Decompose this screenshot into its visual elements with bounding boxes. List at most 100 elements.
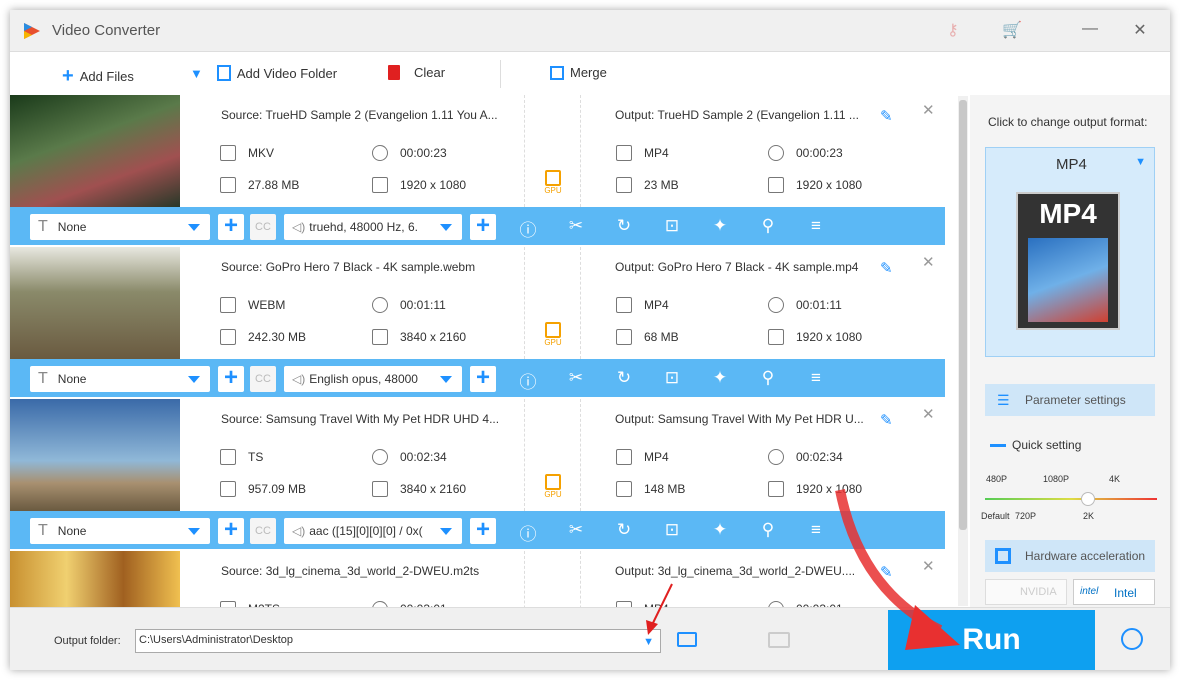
add-subtitle-button[interactable]: +: [218, 366, 244, 392]
out-duration: 00:00:23: [796, 146, 843, 160]
remove-item-icon[interactable]: ✕: [922, 101, 935, 119]
add-subtitle-button[interactable]: +: [218, 518, 244, 544]
tick-1080p: 1080P: [1043, 474, 1070, 484]
scissors-icon[interactable]: ✂: [565, 216, 587, 236]
scissors-icon[interactable]: ✂: [565, 520, 587, 540]
remove-item-icon[interactable]: ✕: [922, 405, 935, 423]
cc-icon[interactable]: CC: [250, 366, 276, 392]
file-list-item[interactable]: Source: GoPro Hero 7 Black - 4K sample.w…: [10, 247, 945, 399]
clear-label: Clear: [414, 65, 446, 80]
clear-button[interactable]: Clear: [388, 65, 445, 80]
audio-track-select[interactable]: ◁) aac ([15][0][0][0] / 0x(: [284, 518, 462, 544]
open-folder-icon[interactable]: [677, 632, 697, 647]
balloon-image: [1028, 238, 1108, 322]
add-subtitle-button[interactable]: +: [218, 214, 244, 240]
subtitle-select[interactable]: T None: [30, 366, 210, 392]
video-thumbnail[interactable]: [10, 399, 180, 511]
video-thumbnail[interactable]: [10, 551, 180, 607]
crop-icon[interactable]: ⊡: [661, 520, 683, 540]
cc-icon[interactable]: CC: [250, 518, 276, 544]
output-name: Output: TrueHD Sample 2 (Evangelion 1.11…: [615, 108, 859, 122]
audio-track-select[interactable]: ◁) English opus, 48000: [284, 366, 462, 392]
edit-subtitle-icon[interactable]: ≡: [805, 216, 827, 236]
scissors-icon[interactable]: ✂: [565, 368, 587, 388]
add-video-folder-button[interactable]: ▼ Add Video Folder: [190, 65, 337, 81]
run-button[interactable]: Run: [888, 610, 1095, 670]
magic-wand-icon[interactable]: ✦: [709, 216, 731, 236]
rotate-icon[interactable]: ↻: [613, 520, 635, 540]
remove-item-icon[interactable]: ✕: [922, 253, 935, 271]
add-files-button[interactable]: + Add Files: [62, 65, 134, 88]
parameter-settings-label: Parameter settings: [1025, 393, 1126, 407]
video-folder-icon[interactable]: [768, 632, 790, 648]
key-icon[interactable]: ⚷: [947, 20, 959, 40]
subtitle-select[interactable]: T None: [30, 214, 210, 240]
watermark-stamp-icon[interactable]: ⚲: [757, 216, 779, 236]
src-size: 242.30 MB: [248, 330, 307, 344]
magic-wand-icon[interactable]: ✦: [709, 368, 731, 388]
watermark-stamp-icon[interactable]: ⚲: [757, 520, 779, 540]
quality-slider-handle[interactable]: [1081, 492, 1095, 506]
edit-pencil-icon[interactable]: ✎: [880, 107, 893, 125]
edit-subtitle-icon[interactable]: ≡: [805, 520, 827, 540]
rotate-icon[interactable]: ↻: [613, 368, 635, 388]
hardware-acceleration-label: Hardware acceleration: [1025, 549, 1146, 563]
watermark-stamp-icon[interactable]: ⚲: [757, 368, 779, 388]
src-res: 1920 x 1080: [400, 178, 467, 192]
tick-720p: 720P: [1015, 511, 1037, 521]
remove-item-icon[interactable]: ✕: [922, 557, 935, 575]
intel-label: Intel: [1114, 586, 1137, 600]
info-icon[interactable]: ⓘ: [517, 520, 539, 545]
cc-icon[interactable]: CC: [250, 214, 276, 240]
scrollbar-thumb[interactable]: [959, 100, 967, 530]
info-icon[interactable]: ⓘ: [517, 216, 539, 241]
file-list-item[interactable]: Source: TrueHD Sample 2 (Evangelion 1.11…: [10, 95, 945, 247]
intel-button[interactable]: intel Intel: [1073, 579, 1155, 605]
video-thumbnail[interactable]: [10, 247, 180, 359]
gpu-label: GPU: [544, 186, 562, 195]
src-res: 3840 x 2160: [400, 482, 467, 496]
out-size: 68 MB: [644, 330, 679, 344]
subtitle-select[interactable]: T None: [30, 518, 210, 544]
file-list-item[interactable]: Source: Samsung Travel With My Pet HDR U…: [10, 399, 945, 551]
video-thumbnail[interactable]: [10, 95, 180, 207]
src-duration: 00:01:11: [400, 298, 446, 312]
edit-pencil-icon[interactable]: ✎: [880, 411, 893, 429]
edit-pencil-icon[interactable]: ✎: [880, 563, 893, 581]
gpu-icon: GPU: [543, 322, 563, 347]
info-icon[interactable]: ⓘ: [517, 368, 539, 393]
rotate-icon[interactable]: ↻: [613, 216, 635, 236]
edit-pencil-icon[interactable]: ✎: [880, 259, 893, 277]
app-title: Video Converter: [52, 22, 161, 39]
hardware-acceleration-button[interactable]: Hardware acceleration: [985, 540, 1155, 572]
trash-icon: [388, 65, 400, 80]
chevron-down-icon[interactable]: ▼: [643, 636, 654, 648]
format-selector[interactable]: MP4 ▼ MP4: [985, 147, 1155, 357]
nvidia-button[interactable]: NVIDIA: [985, 579, 1067, 605]
add-audio-button[interactable]: +: [470, 366, 496, 392]
src-res: 3840 x 2160: [400, 330, 467, 344]
alarm-clock-icon[interactable]: [1121, 628, 1143, 650]
output-folder-label: Output folder:: [54, 635, 121, 647]
output-folder-input[interactable]: C:\Users\Administrator\Desktop ▼: [135, 629, 661, 653]
quality-slider[interactable]: [985, 498, 1157, 500]
edit-subtitle-icon[interactable]: ≡: [805, 368, 827, 388]
parameter-settings-button[interactable]: ☰ Parameter settings: [985, 384, 1155, 416]
minimize-button[interactable]: —: [1080, 20, 1100, 38]
cart-icon[interactable]: 🛒: [1002, 20, 1022, 40]
resolution-icon: [768, 481, 784, 497]
scrollbar[interactable]: [958, 96, 968, 606]
audio-track-select[interactable]: ◁) truehd, 48000 Hz, 6.: [284, 214, 462, 240]
add-audio-button[interactable]: +: [470, 214, 496, 240]
add-audio-button[interactable]: +: [470, 518, 496, 544]
divider: [580, 95, 581, 207]
src-format: WEBM: [248, 298, 286, 312]
merge-button[interactable]: Merge: [550, 65, 607, 80]
intel-logo: intel: [1080, 586, 1099, 597]
file-list-item[interactable]: Source: 3d_lg_cinema_3d_world_2-DWEU.m2t…: [10, 551, 945, 607]
magic-wand-icon[interactable]: ✦: [709, 520, 731, 540]
crop-icon[interactable]: ⊡: [661, 368, 683, 388]
close-button[interactable]: ✕: [1130, 20, 1150, 40]
crop-icon[interactable]: ⊡: [661, 216, 683, 236]
file-icon: [220, 329, 236, 345]
